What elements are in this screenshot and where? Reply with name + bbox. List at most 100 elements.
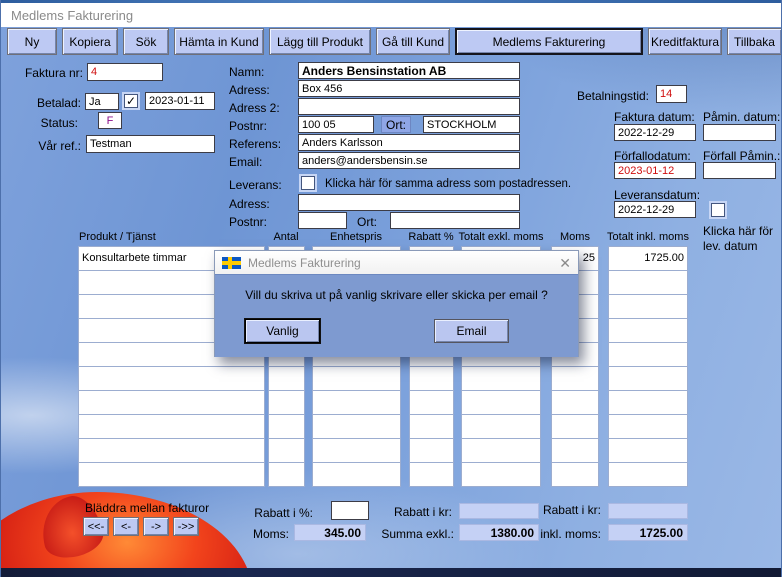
col-header-qty: Antal bbox=[273, 231, 298, 243]
col-header-total-excl: Totalt exkl. moms bbox=[459, 231, 544, 243]
delivery-address-field[interactable] bbox=[298, 194, 520, 211]
prev-invoice-button[interactable]: <- bbox=[113, 517, 139, 536]
table-cell[interactable] bbox=[608, 438, 688, 463]
delivery-address-label: Adress: bbox=[229, 197, 270, 211]
invoice-date-label: Faktura datum: bbox=[614, 110, 695, 124]
table-cell[interactable] bbox=[312, 438, 401, 463]
table-cell[interactable] bbox=[312, 414, 401, 439]
address2-field[interactable] bbox=[298, 98, 520, 115]
email-field[interactable]: anders@andersbensin.se bbox=[298, 152, 520, 169]
table-cell[interactable] bbox=[268, 438, 305, 463]
same-address-hint: Klicka här för samma adress som postadre… bbox=[325, 178, 571, 190]
table-cell[interactable] bbox=[268, 390, 305, 415]
next-invoice-button[interactable]: -> bbox=[143, 517, 169, 536]
delivery-zip-label: Postnr: bbox=[229, 215, 267, 229]
table-cell[interactable] bbox=[312, 462, 401, 487]
table-cell[interactable] bbox=[409, 438, 454, 463]
col-header-vat: Moms bbox=[560, 231, 590, 243]
delivery-zip-field[interactable] bbox=[298, 212, 347, 229]
reminder-due-field[interactable] bbox=[703, 162, 776, 179]
sum-incl-field: 1725.00 bbox=[608, 524, 688, 541]
table-cell[interactable] bbox=[78, 438, 265, 463]
paid-value-field[interactable]: Ja bbox=[85, 93, 119, 110]
name-field[interactable]: Anders Bensinstation AB bbox=[298, 62, 520, 79]
table-cell[interactable]: 1725.00 bbox=[608, 246, 688, 271]
fetch-customer-button[interactable]: Hämta in Kund bbox=[174, 28, 264, 55]
print-email-button[interactable]: Email bbox=[434, 319, 509, 343]
payment-terms-field[interactable]: 14 bbox=[656, 85, 687, 103]
table-cell[interactable] bbox=[608, 342, 688, 367]
copy-button[interactable]: Kopiera bbox=[62, 28, 118, 55]
table-cell[interactable] bbox=[608, 270, 688, 295]
status-field[interactable]: F bbox=[98, 112, 122, 129]
delivery-city-field[interactable] bbox=[390, 212, 520, 229]
table-cell[interactable] bbox=[608, 294, 688, 319]
member-invoicing-button[interactable]: Medlems Fakturering bbox=[455, 28, 643, 55]
invoice-date-field[interactable]: 2022-12-29 bbox=[614, 124, 696, 141]
table-cell[interactable] bbox=[608, 318, 688, 343]
last-invoice-button[interactable]: ->> bbox=[173, 517, 199, 536]
zip-field[interactable]: 100 05 bbox=[298, 116, 374, 133]
due-date-field[interactable]: 2023-01-12 bbox=[614, 162, 696, 179]
add-product-button[interactable]: Lägg till Produkt bbox=[269, 28, 371, 55]
table-cell[interactable] bbox=[409, 414, 454, 439]
table-cell[interactable] bbox=[608, 366, 688, 391]
app-window: Medlems Fakturering Ny Kopiera Sök Hämta… bbox=[0, 0, 782, 577]
credit-invoice-button[interactable]: Kreditfaktura bbox=[648, 28, 722, 55]
browse-invoices-label: Bläddra mellan fakturor bbox=[85, 501, 209, 515]
table-cell[interactable] bbox=[461, 390, 541, 415]
table-cell[interactable] bbox=[268, 462, 305, 487]
table-column: 1725.00 bbox=[608, 247, 688, 487]
table-cell[interactable] bbox=[268, 366, 305, 391]
table-cell[interactable] bbox=[551, 438, 599, 463]
table-cell[interactable] bbox=[312, 366, 401, 391]
table-cell[interactable] bbox=[461, 438, 541, 463]
table-cell[interactable] bbox=[409, 390, 454, 415]
table-cell[interactable] bbox=[268, 414, 305, 439]
table-cell[interactable] bbox=[608, 414, 688, 439]
back-button[interactable]: Tillbaka bbox=[727, 28, 782, 55]
table-cell[interactable] bbox=[551, 462, 599, 487]
table-cell[interactable] bbox=[461, 462, 541, 487]
table-cell[interactable] bbox=[461, 366, 541, 391]
discount-pct-field[interactable] bbox=[331, 501, 369, 520]
table-cell[interactable] bbox=[78, 366, 265, 391]
table-cell[interactable] bbox=[312, 390, 401, 415]
delivery-date-field[interactable]: 2022-12-29 bbox=[614, 201, 696, 218]
reminder-date-label: Påmin. datum: bbox=[703, 110, 780, 124]
paid-date-field[interactable]: 2023-01-11 bbox=[145, 92, 215, 110]
table-cell[interactable] bbox=[409, 462, 454, 487]
first-invoice-button[interactable]: <<- bbox=[83, 517, 109, 536]
table-cell[interactable] bbox=[551, 366, 599, 391]
dialog-title: Medlems Fakturering bbox=[248, 256, 552, 270]
new-button[interactable]: Ny bbox=[7, 28, 57, 55]
table-cell[interactable] bbox=[78, 414, 265, 439]
search-button[interactable]: Sök bbox=[123, 28, 169, 55]
table-cell[interactable] bbox=[608, 390, 688, 415]
dialog-title-bar: Medlems Fakturering ✕ bbox=[215, 251, 578, 274]
reminder-date-field[interactable] bbox=[703, 124, 776, 141]
table-cell[interactable] bbox=[78, 462, 265, 487]
our-ref-field[interactable]: Testman bbox=[86, 135, 215, 153]
table-cell[interactable] bbox=[78, 390, 265, 415]
address-field[interactable]: Box 456 bbox=[298, 80, 520, 97]
table-cell[interactable] bbox=[551, 390, 599, 415]
city-field[interactable]: STOCKHOLM bbox=[423, 116, 520, 133]
invoice-number-field[interactable]: 4 bbox=[87, 63, 163, 81]
paid-checkbox[interactable] bbox=[124, 94, 138, 108]
address2-label: Adress 2: bbox=[229, 101, 280, 115]
invoice-nav: <<- <- -> ->> bbox=[83, 517, 199, 536]
table-cell[interactable] bbox=[551, 414, 599, 439]
discount-kr2-field bbox=[608, 503, 688, 519]
table-cell[interactable] bbox=[409, 366, 454, 391]
same-address-checkbox[interactable] bbox=[301, 176, 315, 190]
print-normal-button[interactable]: Vanlig bbox=[245, 319, 320, 343]
goto-customer-button[interactable]: Gå till Kund bbox=[376, 28, 450, 55]
table-cell[interactable] bbox=[461, 414, 541, 439]
delivery-date-checkbox[interactable] bbox=[711, 203, 725, 217]
table-cell[interactable] bbox=[608, 462, 688, 487]
close-icon[interactable]: ✕ bbox=[559, 256, 571, 270]
print-dialog: Medlems Fakturering ✕ Vill du skriva ut … bbox=[214, 250, 579, 357]
address-label: Adress: bbox=[229, 83, 270, 97]
reference-field[interactable]: Anders Karlsson bbox=[298, 134, 520, 151]
